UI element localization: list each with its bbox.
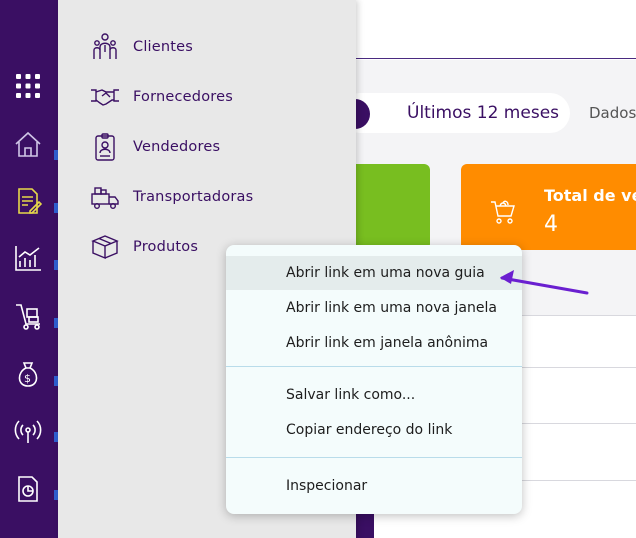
- top-header: [356, 0, 636, 59]
- period-label: Últimos 12 meses: [407, 103, 560, 123]
- menu-item-label: Transportadoras: [133, 189, 254, 205]
- home-icon[interactable]: [12, 128, 44, 160]
- menu-label: Salvar link como...: [286, 387, 416, 403]
- badge-icon: [88, 130, 122, 164]
- broadcast-icon[interactable]: [12, 415, 44, 447]
- handshake-icon: [88, 80, 122, 114]
- menu-item-label: Vendedores: [133, 139, 221, 155]
- document-edit-icon[interactable]: [12, 185, 44, 217]
- menu-item-vendedores[interactable]: Vendedores: [88, 130, 220, 164]
- cart-icon: [491, 200, 515, 224]
- header-divider: [356, 58, 636, 59]
- menu-separator: [226, 366, 522, 367]
- menu-label: Abrir link em janela anônima: [286, 335, 489, 351]
- card-title: Total de ven: [544, 186, 636, 205]
- open-incognito-item[interactable]: Abrir link em janela anônima: [226, 326, 522, 360]
- menu-separator: [226, 457, 522, 458]
- open-new-window-item[interactable]: Abrir link em uma nova janela: [226, 291, 522, 325]
- card-value: 4: [544, 212, 558, 237]
- inspect-item[interactable]: Inspecionar: [226, 469, 522, 503]
- dados-label[interactable]: Dados: [589, 104, 636, 122]
- menu-item-fornecedores[interactable]: Fornecedores: [88, 80, 233, 114]
- left-rail: $: [0, 0, 58, 538]
- menu-label: Copiar endereço do link: [286, 422, 453, 438]
- box-icon: [88, 230, 122, 264]
- clients-icon: [88, 30, 122, 64]
- open-new-tab-item[interactable]: Abrir link em uma nova guia: [226, 256, 522, 290]
- menu-item-label: Produtos: [133, 239, 199, 255]
- menu-label: Inspecionar: [286, 478, 368, 494]
- money-bag-icon[interactable]: $: [12, 358, 44, 390]
- report-icon[interactable]: [12, 473, 44, 505]
- menu-item-produtos[interactable]: Produtos: [88, 230, 198, 264]
- menu-label: Abrir link em uma nova guia: [286, 265, 485, 281]
- copy-link-item[interactable]: Copiar endereço do link: [226, 413, 522, 447]
- annotation-arrow-icon: [500, 270, 589, 295]
- menu-item-label: Fornecedores: [133, 89, 233, 105]
- chart-icon[interactable]: [12, 242, 44, 274]
- menu-label: Abrir link em uma nova janela: [286, 300, 497, 316]
- save-link-item[interactable]: Salvar link como...: [226, 378, 522, 412]
- menu-item-transportadoras[interactable]: Transportadoras: [88, 180, 253, 214]
- context-menu: Abrir link em uma nova guia Abrir link e…: [226, 245, 522, 514]
- truck-icon: [88, 180, 122, 214]
- menu-item-label: Clientes: [133, 39, 194, 55]
- summary-card-orange: Total de ven 4: [461, 164, 636, 250]
- hand-truck-icon[interactable]: [12, 300, 44, 332]
- menu-item-clientes[interactable]: Clientes: [88, 30, 193, 64]
- svg-text:$: $: [24, 372, 31, 385]
- apps-grid-icon[interactable]: [12, 70, 44, 102]
